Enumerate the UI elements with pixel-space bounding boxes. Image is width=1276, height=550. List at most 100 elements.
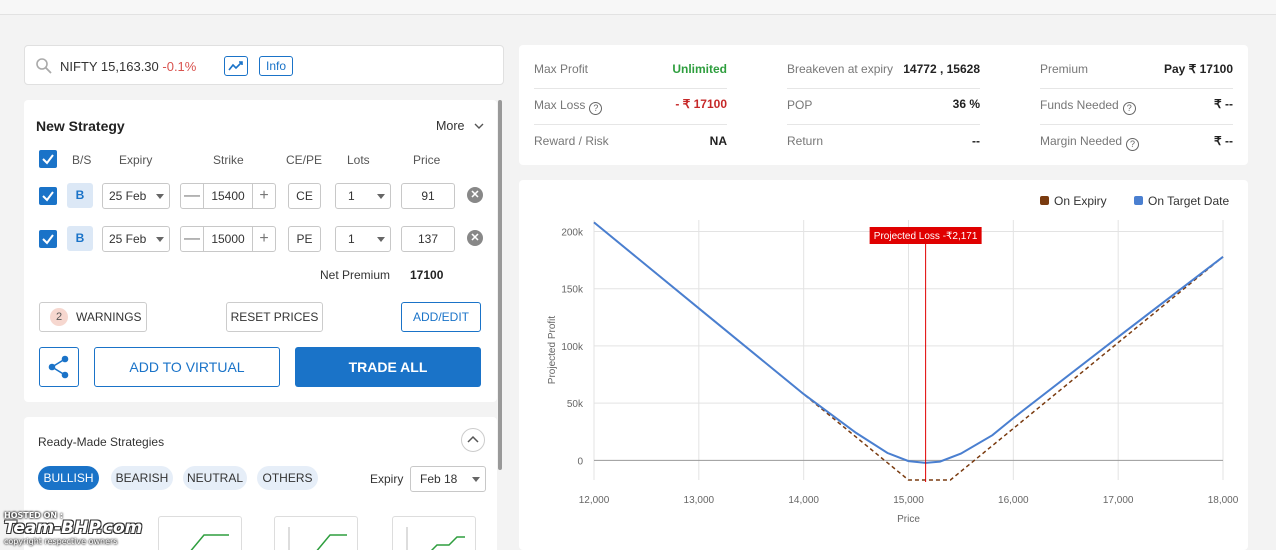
payoff-chart[interactable]: 12,000 13,000 14,000 15,000 16,000 17,000 18,0…	[519, 180, 1248, 550]
filter-bullish[interactable]: BULLISH	[38, 466, 99, 490]
margin-needed-value: ₹ --	[1214, 134, 1233, 148]
pop-label: POP	[787, 98, 813, 112]
divider	[787, 88, 980, 89]
warnings-button[interactable]: 2 WARNINGS	[39, 302, 147, 332]
leg-1-strike-stepper[interactable]: — 15400 +	[180, 183, 276, 209]
strategy-summary: Max Profit Unlimited Max Loss? - ₹ 17100…	[519, 45, 1248, 165]
caret-down-icon	[377, 194, 385, 199]
x-axis-label: Price	[897, 514, 920, 525]
ready-made-title: Ready-Made Strategies	[38, 435, 165, 449]
info-button[interactable]: Info	[259, 56, 294, 76]
leg-2-expiry-select[interactable]: 25 Feb	[102, 226, 170, 252]
max-loss-value: - ₹ 17100	[675, 97, 727, 111]
net-premium-value: 17100	[410, 268, 444, 282]
leg-1-checkbox[interactable]	[39, 187, 57, 205]
chevron-down-icon	[474, 123, 484, 129]
plus-icon[interactable]: +	[253, 184, 275, 208]
header-expiry: Expiry	[119, 153, 153, 167]
leg-1-remove-icon[interactable]: ✕	[467, 187, 483, 203]
filter-others[interactable]: OTHERS	[257, 466, 318, 490]
divider	[787, 124, 980, 125]
trade-all-button[interactable]: TRADE ALL	[295, 347, 481, 387]
divider	[1040, 124, 1233, 125]
reset-prices-button[interactable]: RESET PRICES	[226, 302, 323, 332]
divider	[534, 124, 727, 125]
x-tick-label: 14,000	[788, 495, 819, 506]
y-tick-label: 0	[577, 456, 583, 467]
index-price: NIFTY 15,163.30	[60, 59, 159, 74]
payoff-chart-card: On Expiry On Target Date 12,000 13,000 14,…	[519, 180, 1248, 550]
index-quote: NIFTY 15,163.30 -0.1%	[60, 59, 196, 74]
watermark-line3: copyright respective owners	[4, 537, 118, 546]
margin-needed-label: Margin Needed?	[1040, 134, 1140, 151]
strategy-thumbnail[interactable]	[274, 516, 358, 550]
add-to-virtual-button[interactable]: ADD TO VIRTUAL	[94, 347, 280, 387]
help-icon[interactable]: ?	[1122, 102, 1136, 115]
caret-down-icon	[472, 477, 480, 482]
chevron-up-icon	[467, 435, 479, 443]
leg-2-strike-stepper[interactable]: — 15000 +	[180, 226, 276, 252]
divider	[1040, 88, 1233, 89]
index-change: -0.1%	[162, 59, 197, 74]
strategy-builder: New Strategy More B/S Expiry Strike CE/P…	[24, 100, 497, 402]
more-dropdown[interactable]: More	[436, 119, 485, 133]
warnings-count: 2	[50, 308, 68, 326]
strategy-thumbnail[interactable]	[392, 516, 476, 550]
header-strike: Strike	[213, 153, 244, 167]
expiry-select[interactable]: Feb 18	[410, 466, 486, 492]
return-value: --	[972, 134, 980, 148]
x-tick-label: 18,000	[1208, 495, 1239, 506]
panel-scrollbar[interactable]	[498, 100, 502, 470]
minus-icon[interactable]: —	[181, 227, 203, 251]
watermark-logo: HOSTED ON : Team-BHP.com copyright respe…	[4, 511, 204, 547]
filter-bearish[interactable]: BEARISH	[111, 466, 173, 490]
plus-icon[interactable]: +	[253, 227, 275, 251]
filter-neutral[interactable]: NEUTRAL	[183, 466, 247, 490]
premium-value: Pay ₹ 17100	[1163, 62, 1233, 76]
leg-1-option-type[interactable]: CE	[288, 183, 321, 209]
collapse-button[interactable]	[461, 428, 485, 452]
leg-2-buy-sell-toggle[interactable]: B	[67, 226, 93, 251]
net-premium-label: Net Premium	[320, 268, 391, 282]
caret-down-icon	[156, 194, 164, 199]
pop-value: 36 %	[952, 97, 980, 111]
leg-1-strike-value[interactable]: 15400	[203, 184, 253, 208]
share-button[interactable]	[39, 347, 79, 387]
add-edit-button[interactable]: ADD/EDIT	[401, 302, 481, 332]
symbol-search-bar[interactable]: NIFTY 15,163.30 -0.1% Info	[24, 45, 504, 85]
leg-1-price-input[interactable]: 91	[401, 183, 455, 209]
funds-needed-value: ₹ --	[1214, 97, 1233, 111]
leg-2-price-input[interactable]: 137	[401, 226, 455, 252]
leg-2-lots-select[interactable]: 1	[335, 226, 391, 252]
more-label: More	[436, 119, 465, 133]
leg-1-lots-select[interactable]: 1	[335, 183, 391, 209]
top-bar	[0, 0, 1276, 15]
max-loss-label: Max Loss?	[534, 98, 603, 115]
max-profit-label: Max Profit	[534, 62, 589, 76]
chart-icon[interactable]	[224, 56, 248, 76]
x-tick-label: 13,000	[684, 495, 715, 506]
return-label: Return	[787, 134, 824, 148]
x-tick-label: 12,000	[579, 495, 610, 506]
caret-down-icon	[156, 237, 164, 242]
header-bs: B/S	[72, 153, 92, 167]
leg-2-strike-value[interactable]: 15000	[203, 227, 253, 251]
premium-label: Premium	[1040, 62, 1089, 76]
leg-2-option-type[interactable]: PE	[288, 226, 321, 252]
minus-icon[interactable]: —	[181, 184, 203, 208]
help-icon[interactable]: ?	[1126, 138, 1140, 151]
select-all-checkbox[interactable]	[39, 150, 57, 168]
x-tick-label: 15,000	[893, 495, 924, 506]
leg-1-buy-sell-toggle[interactable]: B	[67, 183, 93, 208]
max-profit-value: Unlimited	[672, 62, 727, 76]
leg-2-checkbox[interactable]	[39, 230, 57, 248]
leg-1-expiry-select[interactable]: 25 Feb	[102, 183, 170, 209]
funds-needed-label: Funds Needed?	[1040, 98, 1136, 115]
leg-2-remove-icon[interactable]: ✕	[467, 230, 483, 246]
expiry-select-value: Feb 18	[420, 472, 458, 486]
projected-loss-label: Projected Loss -₹2,171	[874, 231, 978, 242]
help-icon[interactable]: ?	[589, 102, 603, 115]
divider	[534, 88, 727, 89]
reward-risk-value: NA	[709, 134, 727, 148]
y-tick-label: 100k	[561, 342, 584, 353]
